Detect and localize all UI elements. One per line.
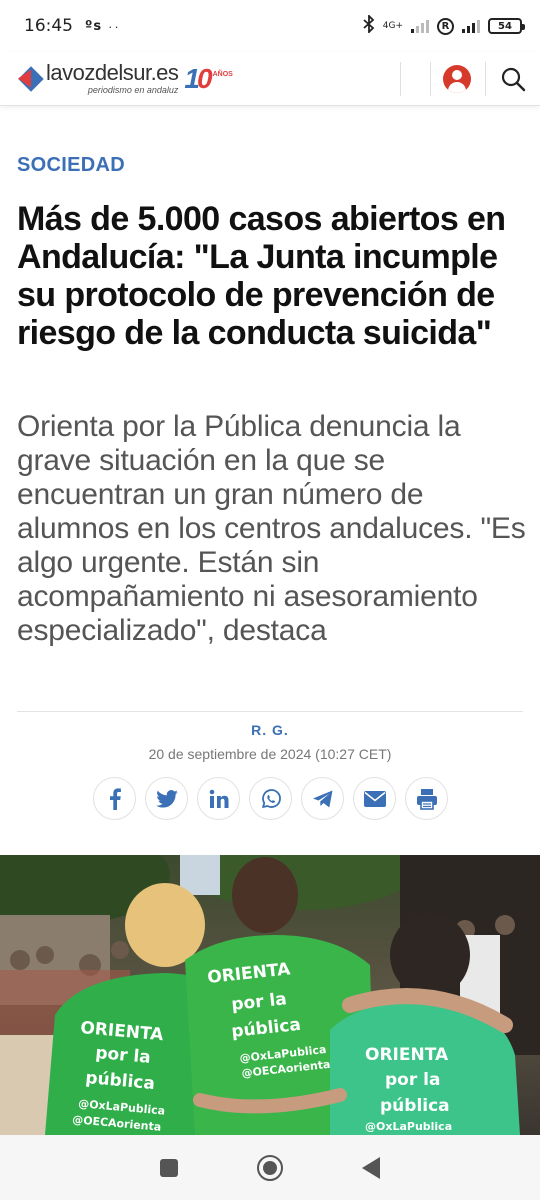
home-button[interactable] bbox=[256, 1154, 283, 1181]
print-button[interactable] bbox=[405, 777, 448, 820]
home-icon bbox=[262, 1160, 277, 1175]
user-icon bbox=[443, 65, 471, 93]
logo-mark-icon bbox=[18, 65, 44, 92]
status-notification-text: ºs bbox=[85, 18, 103, 34]
linkedin-icon bbox=[209, 789, 228, 808]
protest-photo: ORIENTA por la pública @OxLaPublica @OEC… bbox=[0, 855, 540, 1135]
divider bbox=[17, 711, 523, 712]
share-twitter-button[interactable] bbox=[145, 777, 188, 820]
logo-tagline: periodismo en andaluz bbox=[87, 85, 179, 95]
recents-button[interactable] bbox=[159, 1158, 178, 1177]
article-author[interactable]: R. G. bbox=[0, 722, 540, 738]
search-button[interactable] bbox=[486, 52, 540, 106]
share-buttons bbox=[93, 777, 448, 820]
back-button[interactable] bbox=[362, 1156, 381, 1179]
roaming-badge: R bbox=[437, 17, 454, 35]
facebook-icon bbox=[109, 787, 121, 810]
share-linkedin-button[interactable] bbox=[197, 777, 240, 820]
email-icon bbox=[363, 790, 386, 807]
network-type: 4G+ bbox=[382, 20, 403, 31]
article-date: 20 de septiembre de 2024 (10:27 CET) bbox=[148, 746, 392, 762]
bluetooth-icon bbox=[363, 13, 375, 37]
anniversary-badge: 10 AÑOS bbox=[184, 62, 233, 94]
share-facebook-button[interactable] bbox=[93, 777, 136, 820]
system-nav-bar bbox=[0, 1135, 540, 1200]
shirt-text-right-1: ORIENTA bbox=[365, 1045, 449, 1065]
battery-icon: 54 bbox=[488, 18, 525, 34]
signal-icon-2 bbox=[462, 19, 480, 33]
telegram-icon bbox=[312, 790, 332, 807]
header-divider bbox=[400, 62, 401, 96]
anniversary-number: 10 bbox=[184, 62, 212, 94]
logo-name: lavozdelsur.es bbox=[46, 60, 179, 85]
site-header: lavozdelsur.es periodismo en andaluz 10 … bbox=[0, 52, 540, 106]
twitter-icon bbox=[155, 789, 178, 808]
share-whatsapp-button[interactable] bbox=[249, 777, 292, 820]
section-label[interactable]: SOCIEDAD bbox=[17, 154, 125, 177]
article-subheadline: Orienta por la Pública denuncia la grave… bbox=[17, 410, 526, 647]
shirt-text-right-4: @OxLaPublica bbox=[365, 1120, 452, 1133]
search-icon bbox=[501, 67, 526, 92]
status-more-dots: ·· bbox=[108, 18, 121, 34]
status-time: 16:45 bbox=[24, 16, 73, 36]
print-icon bbox=[416, 788, 437, 810]
article-headline: Más de 5.000 casos abiertos en Andalucía… bbox=[17, 200, 506, 352]
article-photo[interactable]: ORIENTA por la pública @OxLaPublica @OEC… bbox=[0, 855, 540, 1135]
share-telegram-button[interactable] bbox=[301, 777, 344, 820]
share-email-button[interactable] bbox=[353, 777, 396, 820]
shirt-text-right-3: pública bbox=[380, 1096, 450, 1116]
whatsapp-icon bbox=[261, 788, 281, 808]
status-bar: 16:45 ºs ·· 4G+ R 54 bbox=[0, 0, 540, 52]
signal-icon bbox=[411, 19, 429, 33]
shirt-text-right-2: por la bbox=[385, 1070, 440, 1090]
account-button[interactable] bbox=[430, 52, 484, 106]
anniversary-label: AÑOS bbox=[212, 70, 233, 78]
site-logo[interactable]: lavozdelsur.es periodismo en andaluz 10 … bbox=[18, 62, 233, 95]
